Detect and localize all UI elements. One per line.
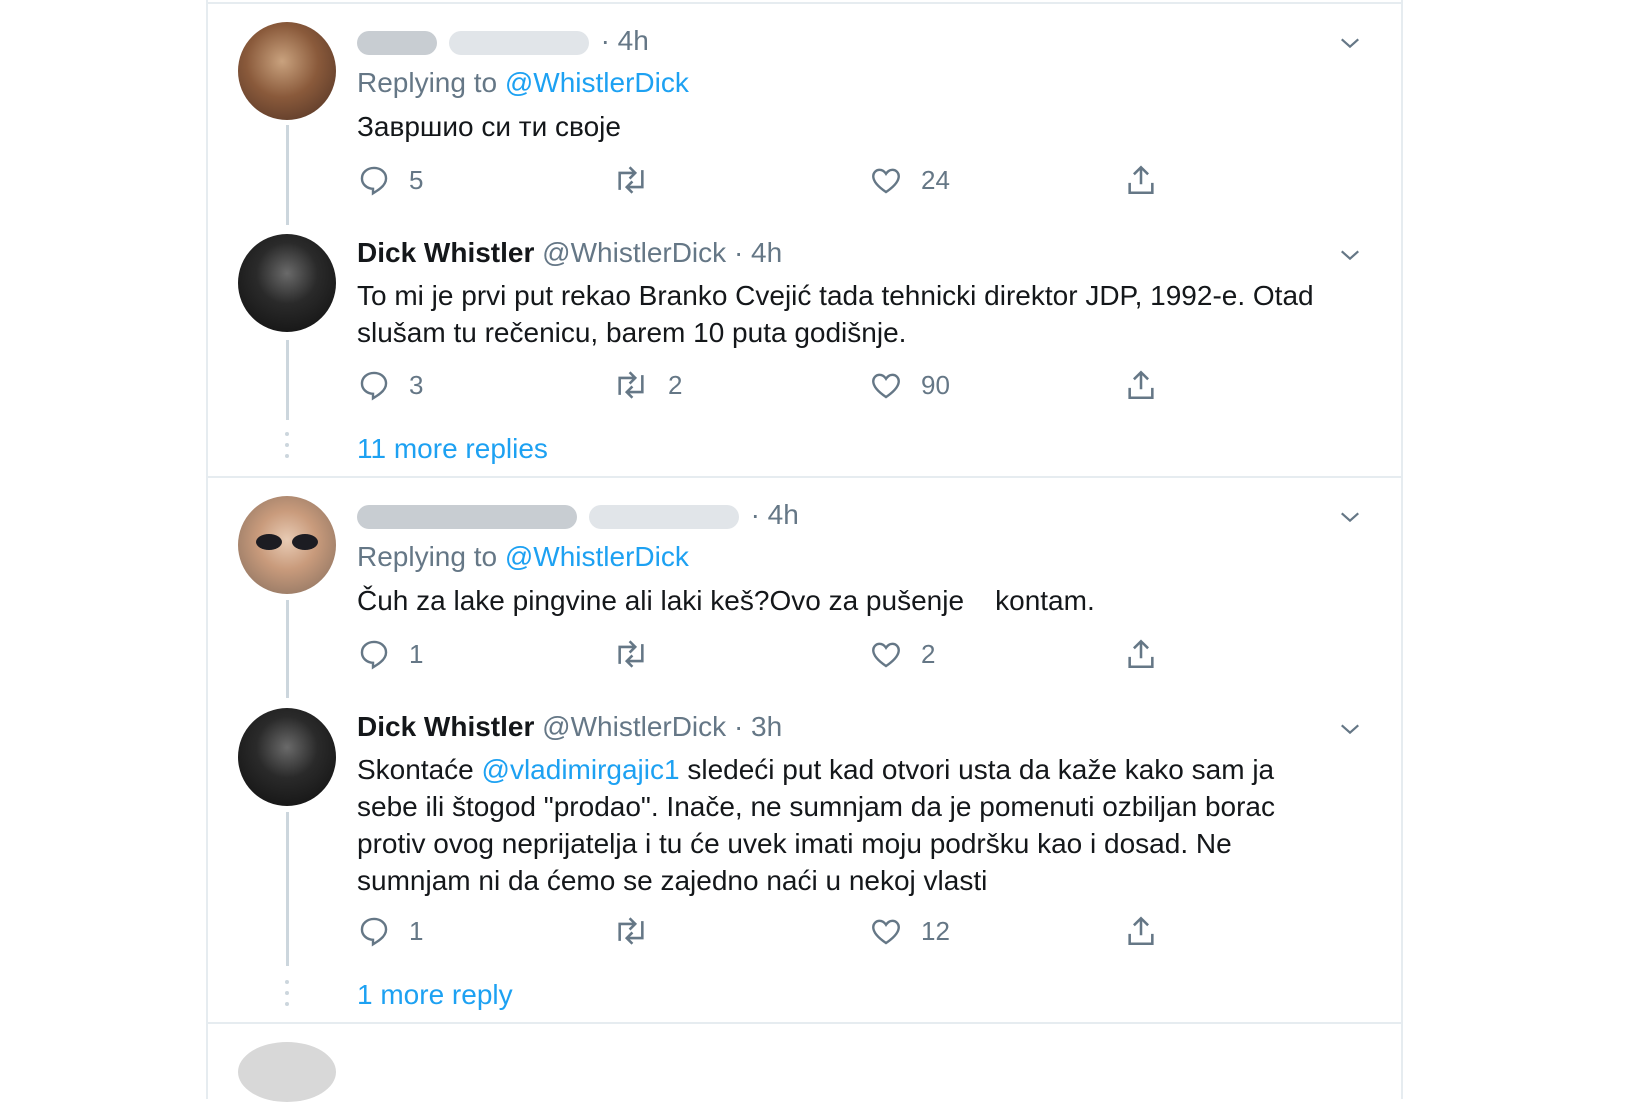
tweet-actions: 1 2 (357, 634, 1257, 674)
share-icon (1128, 639, 1154, 669)
like-count: 2 (921, 638, 936, 669)
tweet-actions: 3 2 90 (357, 365, 1257, 405)
author-handle[interactable]: @WhistlerDick (542, 237, 726, 268)
like-count: 24 (921, 164, 950, 195)
tweet-time[interactable]: · 4h (751, 499, 799, 530)
reply-button[interactable]: 5 (357, 160, 423, 200)
like-count: 90 (921, 369, 950, 400)
like-count: 12 (921, 915, 950, 946)
chevron-down-icon[interactable] (1339, 32, 1361, 54)
share-button[interactable] (1124, 911, 1158, 951)
tweet-text: Čuh za lake pingvine ali laki keš?Ovo za… (357, 585, 1095, 616)
like-icon (872, 919, 900, 945)
retweet-button[interactable] (612, 911, 668, 951)
retweet-icon (618, 917, 644, 945)
tweet-time[interactable]: · 3h (734, 711, 782, 742)
retweet-count: 2 (668, 369, 683, 400)
reply-icon (360, 640, 388, 670)
replying-to-link[interactable]: @WhistlerDick (505, 541, 689, 572)
like-icon (872, 373, 900, 399)
blurred-name (357, 504, 577, 529)
thread-dots (285, 432, 289, 465)
tweet-header: · 4h (357, 24, 649, 58)
retweet-icon (618, 371, 644, 399)
tweet-text: Skontaće @vladimirgajic1 sledeći put kad… (357, 751, 1297, 899)
like-button[interactable]: 24 (869, 160, 950, 200)
mention-link[interactable]: @vladimirgajic1 (482, 754, 680, 785)
thread-divider (208, 2, 1401, 4)
thread-dots (285, 980, 289, 1013)
thread-line (286, 600, 289, 698)
replying-to-link[interactable]: @WhistlerDick (505, 67, 689, 98)
tweet-text: To mi je prvi put rekao Branko Cvejić ta… (357, 280, 1314, 348)
author-handle[interactable]: @WhistlerDick (542, 711, 726, 742)
retweet-button[interactable] (612, 160, 668, 200)
replying-prefix: Replying to (357, 541, 505, 572)
tweet-header: Dick Whistler @WhistlerDick · 4h (357, 236, 782, 270)
thread-line (286, 340, 289, 420)
reply-icon (360, 166, 388, 196)
chevron-down-icon[interactable] (1339, 718, 1361, 740)
tweet-time[interactable]: · 4h (601, 25, 649, 56)
share-button[interactable] (1124, 160, 1158, 200)
chevron-down-icon[interactable] (1339, 244, 1361, 266)
replying-to: Replying to @WhistlerDick (357, 540, 689, 574)
tweet-text: Завршио си ти своје (357, 111, 621, 142)
author-name[interactable]: Dick Whistler (357, 711, 534, 742)
retweet-button[interactable]: 2 (612, 365, 682, 405)
thread-line (286, 812, 289, 966)
share-button[interactable] (1124, 634, 1158, 674)
like-button[interactable]: 12 (869, 911, 950, 951)
avatar[interactable] (238, 1042, 336, 1102)
avatar-glasses (256, 534, 318, 550)
retweet-icon (618, 640, 644, 668)
retweet-icon (618, 166, 644, 194)
chevron-down-icon[interactable] (1339, 506, 1361, 528)
reply-count: 1 (409, 638, 424, 669)
avatar[interactable] (238, 708, 336, 806)
thread-divider (208, 1022, 1401, 1024)
share-icon (1128, 165, 1154, 195)
timeline-column: · 4h Replying to @WhistlerDick Завршио с… (206, 0, 1403, 1102)
like-icon (872, 168, 900, 194)
reply-count: 3 (409, 369, 424, 400)
share-button[interactable] (1124, 365, 1158, 405)
share-icon (1128, 370, 1154, 400)
avatar[interactable] (238, 22, 336, 120)
tweet-header: · 4h (357, 498, 799, 532)
like-button[interactable]: 2 (869, 634, 935, 674)
blurred-handle (448, 30, 589, 55)
thread-line (286, 125, 289, 225)
more-replies-link[interactable]: 11 more replies (357, 432, 548, 466)
replying-to: Replying to @WhistlerDick (357, 66, 689, 100)
tweet-text-start: Skontaće (357, 754, 482, 785)
reply-button[interactable]: 1 (357, 911, 423, 951)
tweet-time[interactable]: · 4h (734, 237, 782, 268)
more-replies-link[interactable]: 1 more reply (357, 978, 513, 1012)
share-icon (1128, 916, 1154, 946)
like-icon (872, 642, 900, 668)
tweet-header: Dick Whistler @WhistlerDick · 3h (357, 710, 782, 744)
tweet-actions: 1 12 (357, 911, 1257, 951)
avatar[interactable] (238, 234, 336, 332)
retweet-button[interactable] (612, 634, 668, 674)
reply-icon (360, 917, 388, 947)
reply-icon (360, 371, 388, 401)
reply-count: 1 (409, 915, 424, 946)
reply-count: 5 (409, 164, 424, 195)
thread-divider (208, 476, 1401, 478)
blurred-handle (588, 504, 739, 529)
author-name[interactable]: Dick Whistler (357, 237, 534, 268)
blurred-name (357, 30, 437, 55)
avatar[interactable] (238, 496, 336, 594)
reply-button[interactable]: 1 (357, 634, 423, 674)
reply-button[interactable]: 3 (357, 365, 423, 405)
tweet-actions: 5 24 (357, 160, 1257, 200)
like-button[interactable]: 90 (869, 365, 950, 405)
replying-prefix: Replying to (357, 67, 505, 98)
